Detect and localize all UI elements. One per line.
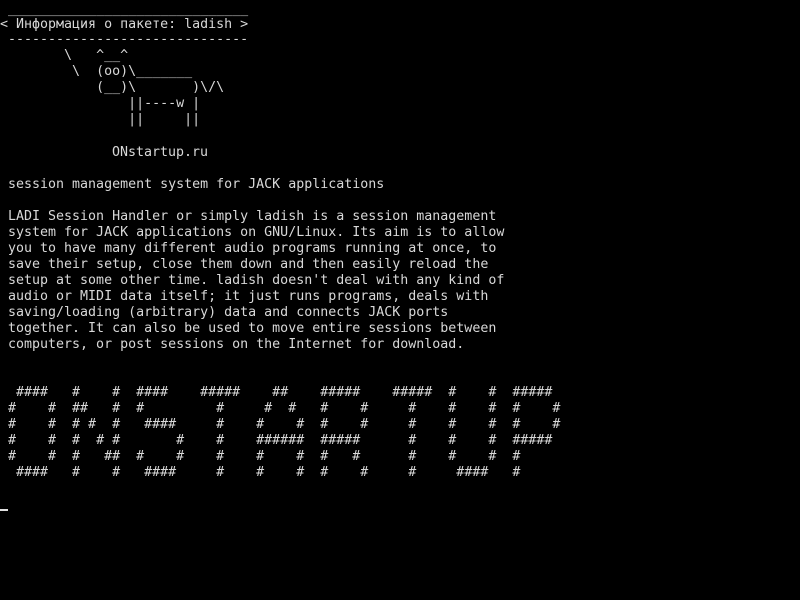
description-line: save their setup, close them down and th… bbox=[8, 257, 489, 272]
site-name: ONstartup.ru bbox=[112, 145, 209, 160]
description-line: LADI Session Handler or simply ladish is… bbox=[8, 209, 497, 224]
cow-art-line: \ (oo)\_______ bbox=[0, 64, 193, 79]
description-line: setup at some other time. ladish doesn't… bbox=[8, 273, 505, 288]
description-line: together. It can also be used to move en… bbox=[8, 321, 497, 336]
description-line: system for JACK applications on GNU/Linu… bbox=[8, 225, 505, 240]
description-line: audio or MIDI data itself; it just runs … bbox=[8, 289, 489, 304]
terminal-screen[interactable]: ______________________________ < Информа… bbox=[0, 0, 800, 600]
speech-bubble-bottom-border: ------------------------------ bbox=[0, 32, 249, 47]
speech-bubble-text: < Информация о пакете: ladish > bbox=[0, 17, 249, 32]
banner-line: # # # ## # # # # # # # # # # # bbox=[0, 449, 521, 464]
speech-bubble-top-border: ______________________________ bbox=[0, 2, 249, 17]
banner-line: # # ## # # # # # # # # # # # # bbox=[0, 401, 561, 416]
banner-line: #### # # #### # # # # # # #### # bbox=[0, 465, 521, 480]
description-line: saving/loading (arbitrary) data and conn… bbox=[8, 305, 449, 320]
banner-line: #### # # #### ##### ## ##### ##### # # #… bbox=[0, 385, 553, 400]
banner-line: # # # # # # # ###### ##### # # # ##### bbox=[0, 433, 553, 448]
package-summary: session management system for JACK appli… bbox=[8, 177, 385, 192]
text-cursor bbox=[0, 509, 8, 511]
cow-art-line: \ ^__^ bbox=[0, 48, 129, 63]
description-line: computers, or post sessions on the Inter… bbox=[8, 337, 465, 352]
cow-art-line: || || bbox=[0, 112, 201, 127]
cow-art-line: (__)\ )\/\ bbox=[0, 80, 225, 95]
cow-art-line: ||----w | bbox=[0, 96, 201, 111]
banner-line: # # # # # #### # # # # # # # # # # bbox=[0, 417, 561, 432]
description-line: you to have many different audio program… bbox=[8, 241, 497, 256]
